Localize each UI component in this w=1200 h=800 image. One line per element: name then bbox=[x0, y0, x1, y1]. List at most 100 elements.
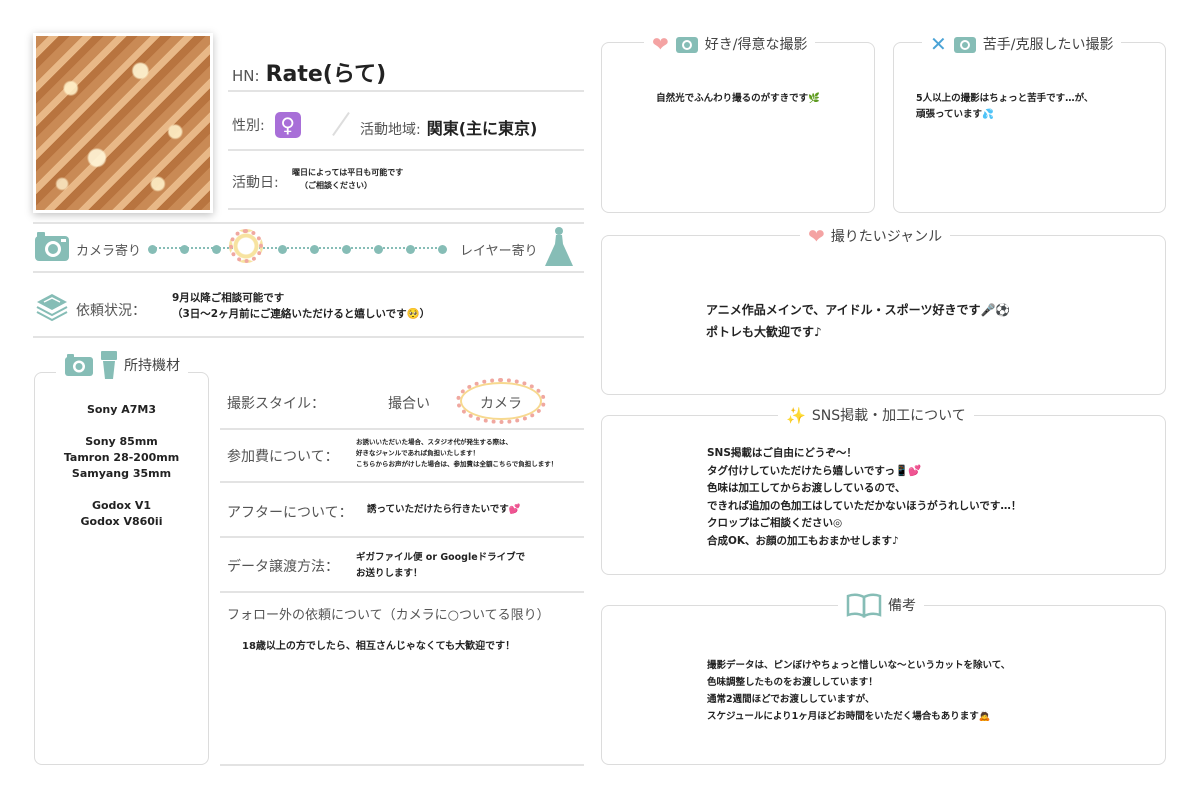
sns-line: 色味は加工してからお渡ししているので、 bbox=[707, 482, 906, 494]
data-transfer-label: データ譲渡方法： bbox=[227, 559, 339, 575]
slider-dot bbox=[438, 245, 447, 254]
document-stack-icon bbox=[36, 294, 68, 322]
weak-card-title: ✕ 苦手/克服したい撮影 bbox=[922, 32, 1122, 56]
slider-left-label: カメラ寄り bbox=[76, 244, 142, 259]
divider bbox=[220, 481, 584, 483]
area-value: 関東(主に東京) bbox=[426, 119, 538, 138]
sns-text: SNS掲載はご自由にどうぞ〜！ タグ付けしていただけたら嬉しいですっ📱💕 色味は… bbox=[707, 445, 1021, 550]
fee-line: お誘いいただいた場合、スタジオ代が発生する際は、 bbox=[356, 438, 512, 446]
gender-label: 性別: bbox=[232, 118, 265, 134]
notes-line: 通常2週間ほどでお渡ししていますが、 bbox=[707, 694, 875, 705]
profile-photo bbox=[33, 33, 213, 213]
request-value: 9月以降ご相談可能です （3日〜2ヶ月前にご連絡いただけると嬉しいです🥺） bbox=[172, 290, 430, 322]
sparkle-wand-icon: ✨ bbox=[786, 405, 806, 425]
divider bbox=[33, 271, 584, 273]
camera-icon bbox=[65, 354, 93, 376]
genre-text: アニメ作品メインで、アイドル・スポーツ好きです🎤⚽ ポトレも大歓迎です♪ bbox=[706, 299, 1010, 343]
divider bbox=[228, 149, 584, 151]
area-row: 活動地域: 関東(主に東京) bbox=[360, 115, 537, 139]
fee-value: お誘いいただいた場合、スタジオ代が発生する際は、 好きなジャンルであれば負担いた… bbox=[356, 437, 557, 470]
divider bbox=[220, 764, 584, 766]
slider-dot bbox=[180, 245, 189, 254]
data-transfer-value: ギガファイル便 or Googleドライブで お送りします！ bbox=[356, 550, 525, 582]
area-label: 活動地域: bbox=[360, 122, 421, 138]
sns-line: 合成OK、お顔の加工もおまかせします♪ bbox=[707, 534, 899, 547]
request-line: （3日〜2ヶ月前にご連絡いただけると嬉しいです🥺） bbox=[172, 308, 431, 320]
sns-card-title: ✨ SNS掲載・加工について bbox=[778, 405, 974, 425]
request-label: 依頼状況： bbox=[76, 303, 146, 319]
weak-line: 頑張っています💦 bbox=[916, 109, 994, 120]
slider-dot bbox=[310, 245, 319, 254]
sns-line: SNS掲載はご自由にどうぞ〜！ bbox=[707, 447, 857, 459]
camera-icon bbox=[675, 37, 698, 53]
equipment-title-label: 所持機材 bbox=[124, 358, 180, 374]
divider bbox=[33, 336, 584, 338]
genre-line: アニメ作品メインで、アイドル・スポーツ好きです🎤⚽ bbox=[706, 303, 1011, 317]
equipment-item: Godox V860ii bbox=[80, 515, 163, 528]
gender-row: 性別: ♀ bbox=[232, 112, 301, 138]
slider-dot bbox=[342, 245, 351, 254]
slider-dot bbox=[212, 245, 221, 254]
slider-right-label: レイヤー寄り bbox=[460, 244, 538, 259]
request-line: 9月以降ご相談可能です bbox=[172, 292, 285, 304]
equipment-item: Sony A7M3 bbox=[86, 403, 157, 416]
weak-card bbox=[893, 42, 1166, 213]
female-icon: ♀ bbox=[274, 112, 301, 138]
genre-card-title: ❤ 撮りたいジャンル bbox=[800, 224, 951, 248]
equipment-item: Godox V1 bbox=[91, 499, 152, 512]
sns-title-label: SNS掲載・加工について bbox=[811, 408, 966, 424]
notes-card-title: 備考 bbox=[838, 592, 924, 618]
sns-line: クロップはご相談ください◎ bbox=[707, 517, 843, 529]
after-label: アフターについて： bbox=[227, 505, 353, 521]
divider bbox=[220, 536, 584, 538]
activity-line: 曜日によっては平日も可能です bbox=[292, 168, 404, 177]
follow-label: フォロー外の依頼について（カメラに○ついてる限り） bbox=[227, 608, 550, 623]
activity-line: （ご相談ください） bbox=[300, 181, 372, 190]
notes-line: 撮影データは、ピンぼけやちょっと惜しいな〜というカットを除いて、 bbox=[707, 660, 1011, 671]
data-transfer-line: ギガファイル便 or Googleドライブで bbox=[356, 552, 526, 563]
hn-value: Rate(らて) bbox=[265, 62, 387, 87]
fee-line: こちらからお声がけした場合は、参加費は全額こちらで負担します！ bbox=[356, 460, 558, 468]
sns-line: タグ付けしていただけたら嬉しいですっ📱💕 bbox=[707, 464, 922, 477]
genre-title-label: 撮りたいジャンル bbox=[830, 229, 943, 245]
hn-row: HN: Rate(らて) bbox=[232, 56, 386, 88]
fee-label: 参加費について： bbox=[227, 449, 339, 465]
style-option-mutual: 撮合い bbox=[388, 396, 430, 412]
like-title-label: 好き/得意な撮影 bbox=[704, 37, 808, 53]
divider bbox=[228, 90, 584, 92]
after-value: 誘っていただけたら行きたいです💕 bbox=[367, 504, 521, 515]
divider bbox=[220, 428, 584, 430]
equipment-card-title: 所持機材 bbox=[56, 350, 188, 380]
slider-marker-wreath bbox=[229, 229, 263, 263]
dress-lady-icon bbox=[545, 227, 573, 266]
like-card bbox=[601, 42, 875, 213]
fee-line: 好きなジャンルであれば負担いたします！ bbox=[356, 449, 480, 457]
cross-icon: ✕ bbox=[930, 32, 947, 56]
equipment-item: Samyang 35mm bbox=[71, 467, 172, 480]
weak-line: 5人以上の撮影はちょっと苦手です…が、 bbox=[916, 93, 1094, 104]
activity-label: 活動日: bbox=[232, 175, 279, 191]
camera-icon bbox=[953, 37, 976, 53]
notes-line: 色味調整したものをお渡ししています！ bbox=[707, 677, 878, 688]
style-option-camera: カメラ bbox=[480, 396, 522, 412]
divider bbox=[33, 222, 584, 224]
flash-icon bbox=[101, 351, 117, 379]
divider bbox=[220, 591, 584, 593]
slider-dot bbox=[406, 245, 415, 254]
heart-icon: ❤ bbox=[808, 224, 825, 248]
notes-text: 撮影データは、ピンぼけやちょっと惜しいな〜というカットを除いて、 色味調整したも… bbox=[707, 657, 1010, 725]
weak-text: 5人以上の撮影はちょっと苦手です…が、 頑張っています💦 bbox=[916, 91, 1093, 123]
open-book-icon bbox=[846, 593, 882, 618]
like-text: 自然光でふんわり撮るのがすきです🌿 bbox=[656, 93, 820, 104]
notes-title-label: 備考 bbox=[888, 598, 916, 614]
data-transfer-line: お送りします！ bbox=[356, 568, 423, 579]
notes-line: スケジュールにより1ヶ月ほどお時間をいただく場合もあります🙇 bbox=[707, 711, 991, 722]
camera-icon bbox=[35, 232, 69, 261]
slider-dot bbox=[148, 245, 157, 254]
slash-divider bbox=[332, 111, 350, 137]
weak-title-label: 苦手/克服したい撮影 bbox=[982, 37, 1114, 53]
heart-icon: ❤ bbox=[652, 32, 669, 56]
slider-dot bbox=[374, 245, 383, 254]
equipment-item: Sony 85mm bbox=[85, 435, 158, 448]
style-label: 撮影スタイル： bbox=[227, 396, 325, 412]
